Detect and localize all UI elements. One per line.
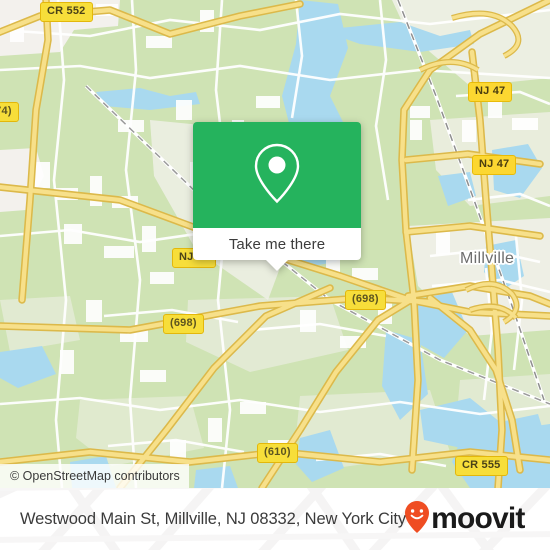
road-shield-674: (674) [0,102,19,122]
callout-footer[interactable]: Take me there [193,228,361,271]
map-pin-icon [249,140,305,211]
road-shield-nj47-north: NJ 47 [468,82,513,102]
moovit-pin-icon [404,500,430,539]
footer-content: Westwood Main St, Millville, NJ 08332, N… [0,488,550,550]
moovit-logo[interactable]: moovit [404,500,525,539]
road-shield-cr555: CR 555 [455,456,508,476]
callout-tail [265,259,289,271]
footer-address-text: Westwood Main St, Millville, NJ 08332, N… [20,509,407,528]
road-shield-cr552: CR 552 [40,2,93,22]
road-shield-610: (610) [257,443,298,463]
take-me-there-label: Take me there [228,235,326,253]
road-shield-698-east: (698) [345,290,386,310]
moovit-wordmark: moovit [431,502,525,535]
screenshot-root: Millville CR 552 (674) NJ 47 NJ 47 NJ 49… [0,0,550,550]
road-shield-698-west: (698) [163,314,204,334]
road-shield-nj47-south: NJ 47 [472,155,517,175]
map-canvas[interactable]: Millville CR 552 (674) NJ 47 NJ 47 NJ 49… [0,0,550,488]
place-label-millville: Millville [460,250,515,267]
callout-header [193,122,361,228]
location-callout-card[interactable]: Take me there [193,122,361,271]
osm-attribution[interactable]: © OpenStreetMap contributors [0,464,189,488]
footer-bar: Westwood Main St, Millville, NJ 08332, N… [0,488,550,550]
